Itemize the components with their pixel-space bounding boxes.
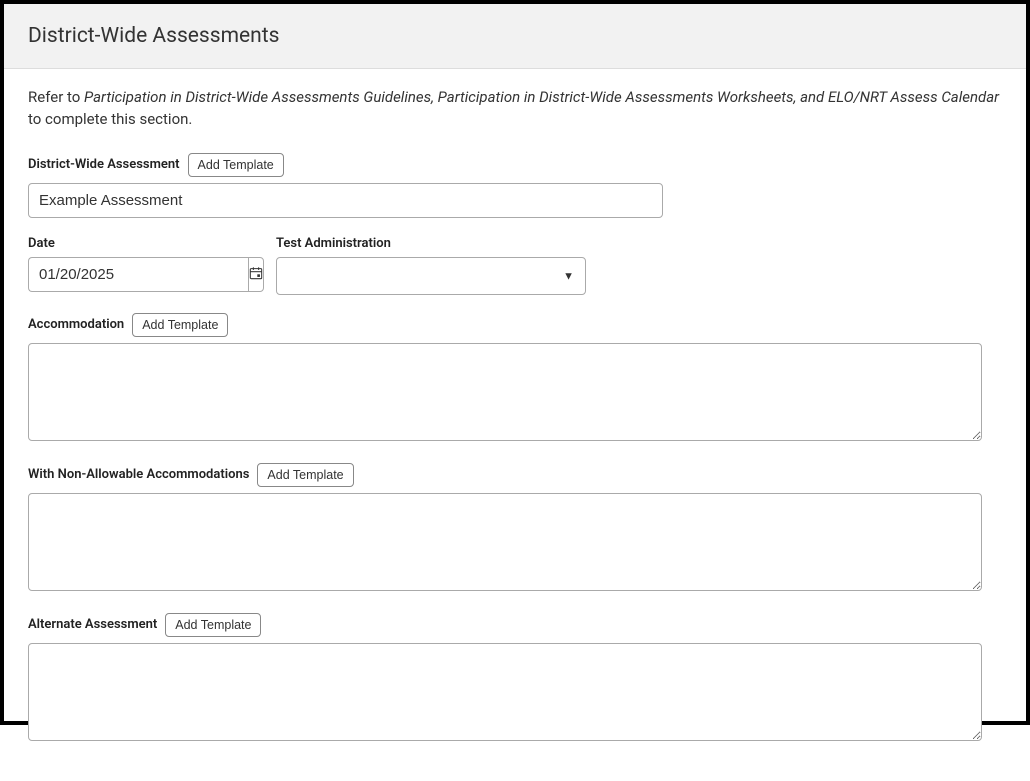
date-label: Date [28,236,55,251]
panel-title: District-Wide Assessments [28,24,1002,48]
assessment-add-template-button[interactable]: Add Template [188,153,284,177]
intro-text: Refer to Participation in District-Wide … [28,87,1002,131]
intro-suffix: to complete this section. [28,110,192,128]
nonallowable-section: With Non-Allowable Accommodations Add Te… [28,463,1002,595]
alternate-add-template-button[interactable]: Add Template [165,613,261,637]
date-testadmin-row: Date [28,236,1002,295]
testadmin-select-wrap: ▼ [276,257,586,295]
panel-body: Refer to Participation in District-Wide … [4,69,1026,781]
intro-prefix: Refer to [28,88,84,106]
testadmin-group: Test Administration ▼ [276,236,586,295]
date-input-wrap [28,257,216,292]
assessment-label: District-Wide Assessment [28,157,180,172]
accommodation-textarea[interactable] [28,343,982,441]
date-label-row: Date [28,236,216,251]
nonallowable-label-row: With Non-Allowable Accommodations Add Te… [28,463,1002,487]
date-picker-button[interactable] [248,257,264,292]
nonallowable-add-template-button[interactable]: Add Template [257,463,353,487]
alternate-label-row: Alternate Assessment Add Template [28,613,1002,637]
nonallowable-label: With Non-Allowable Accommodations [28,467,249,482]
panel-container: District-Wide Assessments Refer to Parti… [0,0,1030,725]
accommodation-section: Accommodation Add Template [28,313,1002,445]
testadmin-label-row: Test Administration [276,236,586,251]
accommodation-add-template-button[interactable]: Add Template [132,313,228,337]
calendar-icon [249,265,263,284]
accommodation-label: Accommodation [28,317,124,332]
accommodation-label-row: Accommodation Add Template [28,313,1002,337]
assessment-input[interactable] [28,183,663,218]
alternate-label: Alternate Assessment [28,617,157,632]
date-group: Date [28,236,216,292]
alternate-textarea[interactable] [28,643,982,741]
intro-italic: Participation in District-Wide Assessmen… [84,88,999,106]
date-input[interactable] [28,257,248,292]
testadmin-select[interactable] [276,257,586,295]
assessment-section: District-Wide Assessment Add Template [28,153,1002,218]
testadmin-label: Test Administration [276,236,391,251]
assessment-label-row: District-Wide Assessment Add Template [28,153,1002,177]
nonallowable-textarea[interactable] [28,493,982,591]
panel-header: District-Wide Assessments [4,4,1026,69]
